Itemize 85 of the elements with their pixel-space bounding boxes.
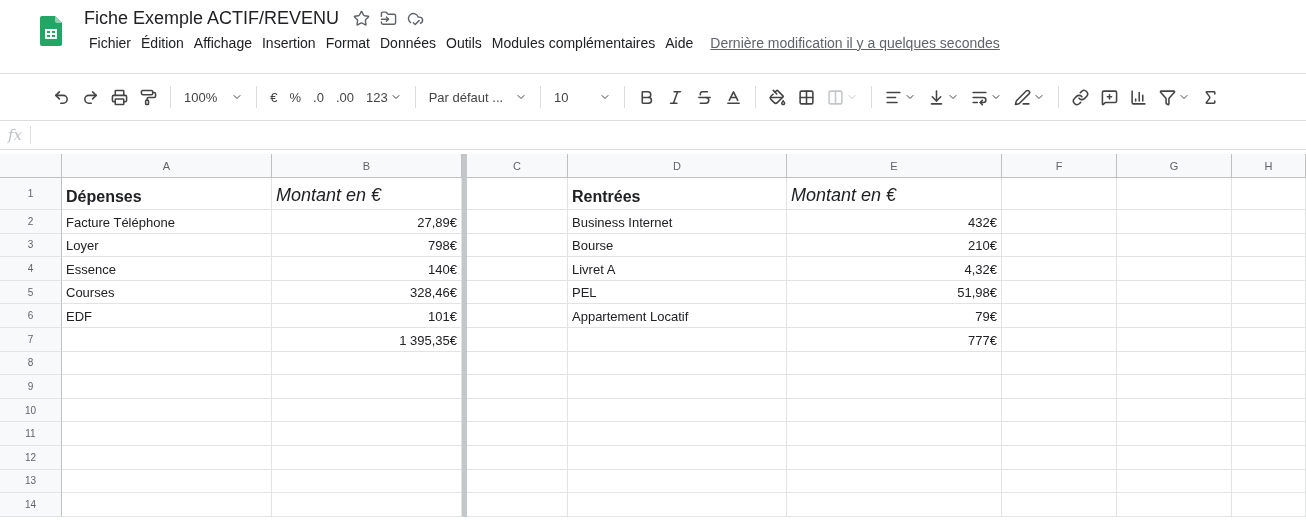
row-number[interactable]: 13 xyxy=(0,469,62,494)
table-cell: 798€ xyxy=(272,233,462,258)
number-format-dropdown[interactable]: 123 xyxy=(360,86,407,108)
table-cell: Rentrées xyxy=(568,178,787,210)
cloud-check-icon[interactable] xyxy=(407,10,425,27)
star-icon[interactable] xyxy=(353,10,371,27)
row-number[interactable]: 11 xyxy=(0,422,62,446)
document-title[interactable]: Fiche Exemple ACTIF/REVENU xyxy=(84,8,340,29)
increase-decimals-button[interactable]: .00 xyxy=(330,86,359,108)
table-cell: 101€ xyxy=(272,304,462,328)
zoom-dropdown[interactable]: 100% xyxy=(179,86,249,108)
link-icon xyxy=(1071,88,1089,106)
row-number[interactable]: 14 xyxy=(0,493,62,517)
table-cell: PEL xyxy=(568,280,787,305)
table-cell: Montant en € xyxy=(787,178,1002,210)
row-number[interactable]: 7 xyxy=(0,327,62,352)
table-cell: Bourse xyxy=(568,233,787,258)
row-number[interactable]: 5 xyxy=(0,280,62,305)
merge-icon xyxy=(826,88,844,106)
column-header[interactable]: E xyxy=(787,154,1002,178)
table-cell: Dépenses xyxy=(62,178,272,210)
menu-item[interactable]: Outils xyxy=(441,33,487,53)
filter-icon xyxy=(1158,88,1176,106)
column-header[interactable]: H xyxy=(1232,154,1306,178)
spreadsheet-logo-icon[interactable] xyxy=(40,16,62,46)
menu-item[interactable]: Insertion xyxy=(256,33,321,53)
row-number[interactable]: 6 xyxy=(0,304,62,328)
menu-item[interactable]: Aide xyxy=(660,33,699,53)
text-rotation-icon xyxy=(1013,88,1031,106)
last-edit-link[interactable]: Dernière modification il y a quelques secondes xyxy=(710,35,1000,51)
table-cell: Essence xyxy=(62,257,272,281)
table-cell: 4,32€ xyxy=(787,257,1002,281)
move-folder-icon[interactable] xyxy=(380,10,398,27)
decrease-decimals-button[interactable]: .0 xyxy=(308,86,329,108)
row-number[interactable]: 8 xyxy=(0,351,62,376)
column-header[interactable]: A xyxy=(62,154,272,178)
undo-icon xyxy=(53,88,70,106)
table-cell: 1 395,35€ xyxy=(272,327,462,352)
print-icon xyxy=(111,88,128,106)
formula-label: fx xyxy=(8,126,22,144)
row-number[interactable]: 3 xyxy=(0,233,62,258)
table-cell: 51,98€ xyxy=(787,280,1002,305)
column-header[interactable]: D xyxy=(568,154,787,178)
borders-icon xyxy=(797,88,815,106)
column-header[interactable]: F xyxy=(1002,154,1117,178)
table-cell: EDF xyxy=(62,304,272,328)
strikethrough-icon xyxy=(695,88,713,106)
table-cell: 328,46€ xyxy=(272,280,462,305)
menu-item[interactable]: Modules complémentaires xyxy=(486,33,661,53)
paint-bucket-icon xyxy=(768,88,786,106)
column-header[interactable]: B xyxy=(272,154,462,178)
table-cell: Livret A xyxy=(568,257,787,281)
redo-icon xyxy=(82,88,99,106)
row-number[interactable]: 1 xyxy=(0,178,62,210)
menu-item[interactable]: Affichage xyxy=(188,33,257,53)
add-comment-icon xyxy=(1100,88,1118,106)
row-number[interactable]: 12 xyxy=(0,445,62,470)
table-cell: 210€ xyxy=(787,233,1002,258)
table-cell: Business Internet xyxy=(568,210,787,234)
table-cell: Loyer xyxy=(62,233,272,258)
font-dropdown[interactable]: Par défaut ... xyxy=(423,86,533,108)
column-header[interactable]: G xyxy=(1117,154,1232,178)
row-number[interactable]: 9 xyxy=(0,375,62,399)
row-number[interactable]: 2 xyxy=(0,210,62,234)
row-number[interactable]: 10 xyxy=(0,398,62,423)
chart-icon xyxy=(1129,88,1147,106)
currency-button[interactable]: € xyxy=(265,86,283,108)
table-cell: 432€ xyxy=(787,210,1002,234)
row-number[interactable]: 4 xyxy=(0,257,62,281)
table-cell: Appartement Locatif xyxy=(568,304,787,328)
text-color-icon xyxy=(724,88,742,106)
font-size-dropdown[interactable]: 10 xyxy=(549,86,616,108)
table-cell: 27,89€ xyxy=(272,210,462,234)
table-cell: 777€ xyxy=(787,327,1002,352)
table-cell: 79€ xyxy=(787,304,1002,328)
menu-item[interactable]: Format xyxy=(320,33,375,53)
percent-button[interactable]: % xyxy=(284,86,307,108)
table-cell: 140€ xyxy=(272,257,462,281)
column-header[interactable]: C xyxy=(467,154,568,178)
paint-roller-icon xyxy=(140,88,157,106)
menu-item[interactable]: Fichier xyxy=(84,33,136,53)
menu-item[interactable]: Édition xyxy=(136,33,189,53)
menu-item[interactable]: Données xyxy=(375,33,442,53)
table-cell: Courses xyxy=(62,280,272,305)
table-cell: Facture Téléphone xyxy=(62,210,272,234)
